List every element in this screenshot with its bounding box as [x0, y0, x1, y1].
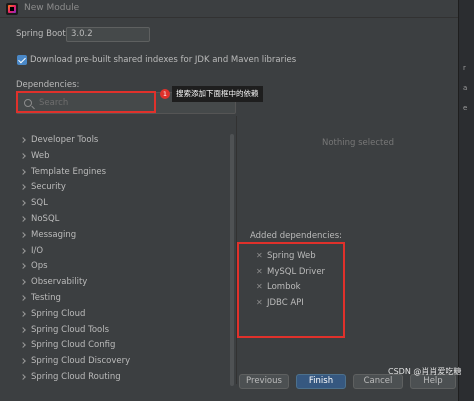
- tree-item-label: Spring Cloud Discovery: [31, 356, 131, 367]
- tree-item-label: Security: [31, 182, 66, 193]
- window-title: New Module: [24, 3, 80, 13]
- tree-item-label: Developer Tools: [31, 135, 99, 145]
- tree-item-label: Testing: [31, 293, 61, 303]
- chevron-right-icon[interactable]: [20, 263, 26, 270]
- chevron-right-icon[interactable]: [20, 137, 26, 143]
- tree-item[interactable]: Developer Tools: [16, 134, 232, 148]
- tree-item-label: Spring Cloud Tools: [31, 324, 110, 335]
- tree-item[interactable]: Spring Cloud Config: [16, 339, 232, 353]
- tree-item-label: I/O: [31, 245, 44, 256]
- tree-item[interactable]: SQL: [16, 197, 232, 211]
- remove-icon[interactable]: ✕: [256, 282, 263, 291]
- chevron-right-icon[interactable]: [20, 358, 26, 365]
- chevron-right-icon[interactable]: [20, 295, 26, 301]
- tree-item[interactable]: Messaging: [16, 229, 232, 243]
- tree-item[interactable]: Spring Cloud: [16, 308, 232, 322]
- tree-item-label: Template Engines: [31, 166, 107, 177]
- tree-item[interactable]: Security: [16, 181, 232, 195]
- chevron-right-icon[interactable]: [20, 279, 26, 286]
- tree-scrollbar[interactable]: [230, 134, 234, 386]
- nothing-selected-text: Nothing selected: [322, 138, 395, 148]
- search-highlight-annotation: [16, 91, 156, 113]
- added-dependency-label: Lombok: [267, 282, 301, 292]
- added-dependency-label: JDBC API: [267, 297, 304, 308]
- tree-item-label: Spring Cloud Routing: [31, 372, 121, 382]
- strip-fragment: r: [463, 64, 466, 72]
- tree-item[interactable]: Ops: [16, 260, 232, 274]
- chevron-right-icon[interactable]: [20, 216, 26, 222]
- added-dependencies-label: Added dependencies:: [250, 231, 342, 241]
- remove-icon[interactable]: ✕: [256, 267, 263, 276]
- title-bar: New Module: [0, 0, 458, 18]
- chevron-right-icon[interactable]: [20, 247, 26, 254]
- download-indexes-checkbox[interactable]: [17, 55, 27, 65]
- tree-item[interactable]: I/O: [16, 245, 232, 259]
- chevron-right-icon[interactable]: [20, 342, 26, 349]
- tree-item[interactable]: Spring Cloud Tools: [16, 324, 232, 338]
- annotation-badge: 1: [160, 89, 170, 99]
- chevron-right-icon[interactable]: [20, 168, 26, 175]
- previous-button[interactable]: Previous: [239, 374, 289, 389]
- tree-item[interactable]: Testing: [16, 292, 232, 306]
- strip-fragment: e: [463, 104, 468, 112]
- csdn-watermark: CSDN @肖肖爱吃糖: [388, 367, 462, 376]
- tree-item[interactable]: Web: [16, 150, 232, 164]
- chevron-right-icon[interactable]: [20, 200, 26, 207]
- tree-item-label: SQL: [31, 198, 48, 209]
- spring-boot-version-select[interactable]: 3.0.2: [66, 27, 150, 42]
- tree-item-label: Web: [31, 150, 50, 161]
- chevron-right-icon[interactable]: [20, 152, 26, 159]
- tree-item[interactable]: Spring Cloud Routing: [16, 371, 232, 385]
- tree-item[interactable]: Observability: [16, 276, 232, 290]
- tree-item[interactable]: NoSQL: [16, 213, 232, 227]
- tree-item[interactable]: Spring Cloud Discovery: [16, 355, 232, 369]
- annotation-callout: 搜索添加下面框中的依赖: [172, 86, 263, 102]
- new-module-dialog: Spring Boot: 3.0.2 Download pre-built sh…: [0, 18, 458, 401]
- tree-item-label: Ops: [31, 261, 48, 272]
- chevron-right-icon[interactable]: [20, 310, 26, 317]
- dependencies-label: Dependencies:: [16, 80, 80, 90]
- finish-button[interactable]: Finish: [296, 374, 346, 389]
- tree-item[interactable]: Template Engines: [16, 166, 232, 180]
- tree-item-label: Observability: [31, 277, 88, 288]
- spring-boot-label: Spring Boot:: [16, 29, 69, 39]
- tree-item-label: Messaging: [31, 229, 77, 240]
- tree-item-label: Spring Cloud: [31, 308, 86, 319]
- chevron-right-icon[interactable]: [20, 231, 26, 238]
- intellij-logo-icon: [6, 3, 18, 15]
- tree-item-label: Spring Cloud Config: [31, 340, 116, 351]
- added-dependency-label: MySQL Driver: [267, 266, 326, 277]
- tree-item-label: NoSQL: [31, 214, 60, 224]
- chevron-right-icon[interactable]: [20, 184, 26, 191]
- remove-icon[interactable]: ✕: [256, 251, 263, 260]
- remove-icon[interactable]: ✕: [256, 298, 263, 307]
- download-indexes-label: Download pre-built shared indexes for JD…: [30, 55, 297, 65]
- background-editor-strip: r a e: [458, 0, 474, 401]
- added-dependency-label: Spring Web: [267, 251, 316, 261]
- strip-fragment: a: [463, 84, 468, 92]
- dependency-category-tree[interactable]: Developer Tools Web Template Engines Securi…: [16, 116, 232, 386]
- chevron-right-icon[interactable]: [20, 374, 26, 380]
- chevron-right-icon[interactable]: [20, 326, 26, 333]
